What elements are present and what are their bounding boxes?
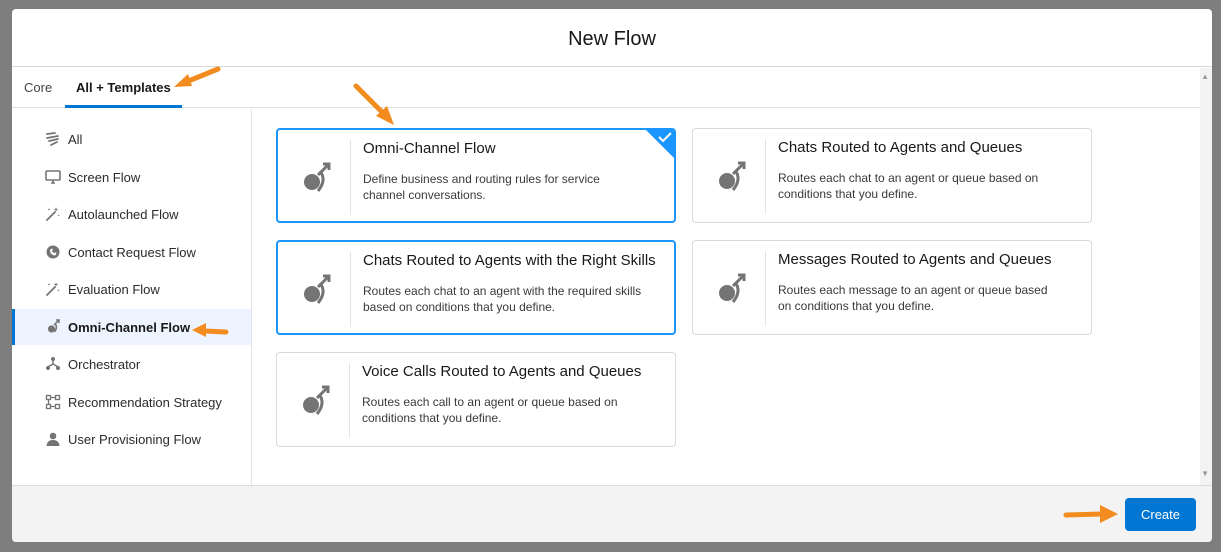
sidebar-item-label: User Provisioning Flow — [68, 431, 201, 447]
card-description: Routes each chat to an agent with the re… — [363, 284, 642, 314]
sidebar-item-label: Evaluation Flow — [68, 281, 160, 297]
sidebar-item-label: Contact Request Flow — [68, 244, 196, 260]
contact-request-icon — [44, 243, 62, 261]
user-icon — [44, 430, 62, 448]
scroll-up-icon[interactable]: ▲ — [1201, 72, 1209, 81]
annotation-arrow-icon — [174, 66, 221, 87]
omni-channel-icon — [44, 318, 62, 336]
magic-wand-icon — [44, 205, 62, 223]
template-card-omni-channel-flow[interactable]: Omni-Channel Flow Define business and ro… — [276, 128, 676, 223]
card-description: Routes each call to an agent or queue ba… — [362, 395, 618, 425]
card-divider — [349, 363, 350, 438]
create-button[interactable]: Create — [1125, 498, 1196, 531]
sidebar-item-label: All — [68, 131, 83, 147]
omni-channel-icon — [719, 273, 746, 303]
selected-check-icon — [646, 130, 674, 158]
sidebar-item-orchestrator[interactable]: Orchestrator — [12, 346, 251, 382]
strategy-icon — [44, 393, 62, 411]
template-card-voice-calls-routed-queues[interactable]: Voice Calls Routed to Agents and Queues … — [276, 352, 676, 447]
modal-header: New Flow — [12, 9, 1212, 67]
sidebar-item-recommendation-strategy[interactable]: Recommendation Strategy — [12, 384, 251, 420]
card-title: Messages Routed to Agents and Queues — [778, 251, 1052, 268]
flow-type-sidebar: All Screen Flow Autolaunched Flow Contac… — [12, 109, 252, 485]
card-description: Routes each chat to an agent or queue ba… — [778, 171, 1039, 201]
omni-channel-icon — [303, 385, 330, 415]
sidebar-item-label: Screen Flow — [68, 169, 141, 185]
sidebar-item-evaluation-flow[interactable]: Evaluation Flow — [12, 271, 251, 307]
sidebar-item-all[interactable]: All — [12, 121, 251, 157]
tab-all-templates[interactable]: All + Templates — [65, 68, 182, 108]
card-divider — [765, 251, 766, 326]
sidebar-item-contact-request-flow[interactable]: Contact Request Flow — [12, 234, 251, 270]
annotation-arrow-icon — [353, 83, 394, 125]
sidebar-item-label: Recommendation Strategy — [68, 394, 222, 410]
annotation-arrow-icon — [1063, 505, 1118, 523]
tab-core[interactable]: Core — [24, 68, 52, 108]
monitor-icon — [44, 168, 62, 186]
template-card-chats-routed-queues[interactable]: Chats Routed to Agents and Queues Routes… — [692, 128, 1092, 223]
card-title: Chats Routed to Agents with the Right Sk… — [363, 252, 656, 269]
list-icon — [44, 130, 62, 148]
omni-channel-icon — [719, 161, 746, 191]
sidebar-item-label: Autolaunched Flow — [68, 206, 179, 222]
sidebar-item-label: Omni-Channel Flow — [68, 319, 191, 335]
scrollbar[interactable] — [1200, 68, 1212, 485]
card-title: Chats Routed to Agents and Queues — [778, 139, 1023, 156]
orchestrator-icon — [44, 355, 62, 373]
sidebar-item-screen-flow[interactable]: Screen Flow — [12, 159, 251, 195]
omni-channel-icon — [304, 274, 331, 304]
sidebar-item-label: Orchestrator — [68, 356, 141, 372]
card-title: Omni-Channel Flow — [363, 140, 496, 157]
omni-channel-icon — [304, 162, 331, 192]
card-title: Voice Calls Routed to Agents and Queues — [362, 363, 642, 380]
scroll-down-icon[interactable]: ▼ — [1201, 469, 1209, 478]
annotation-arrow-icon — [192, 323, 229, 337]
card-description: Routes each message to an agent or queue… — [778, 283, 1048, 313]
modal-title: New Flow — [568, 28, 656, 50]
template-card-chats-routed-skills[interactable]: Chats Routed to Agents with the Right Sk… — [276, 240, 676, 335]
card-description: Define business and routing rules for se… — [363, 172, 600, 202]
modal-footer: Create — [12, 485, 1212, 542]
card-divider — [350, 140, 351, 215]
sidebar-item-autolaunched-flow[interactable]: Autolaunched Flow — [12, 196, 251, 232]
sidebar-item-user-provisioning-flow[interactable]: User Provisioning Flow — [12, 421, 251, 457]
template-card-messages-routed-queues[interactable]: Messages Routed to Agents and Queues Rou… — [692, 240, 1092, 335]
card-divider — [350, 252, 351, 327]
card-divider — [765, 139, 766, 214]
magic-wand-icon — [44, 280, 62, 298]
